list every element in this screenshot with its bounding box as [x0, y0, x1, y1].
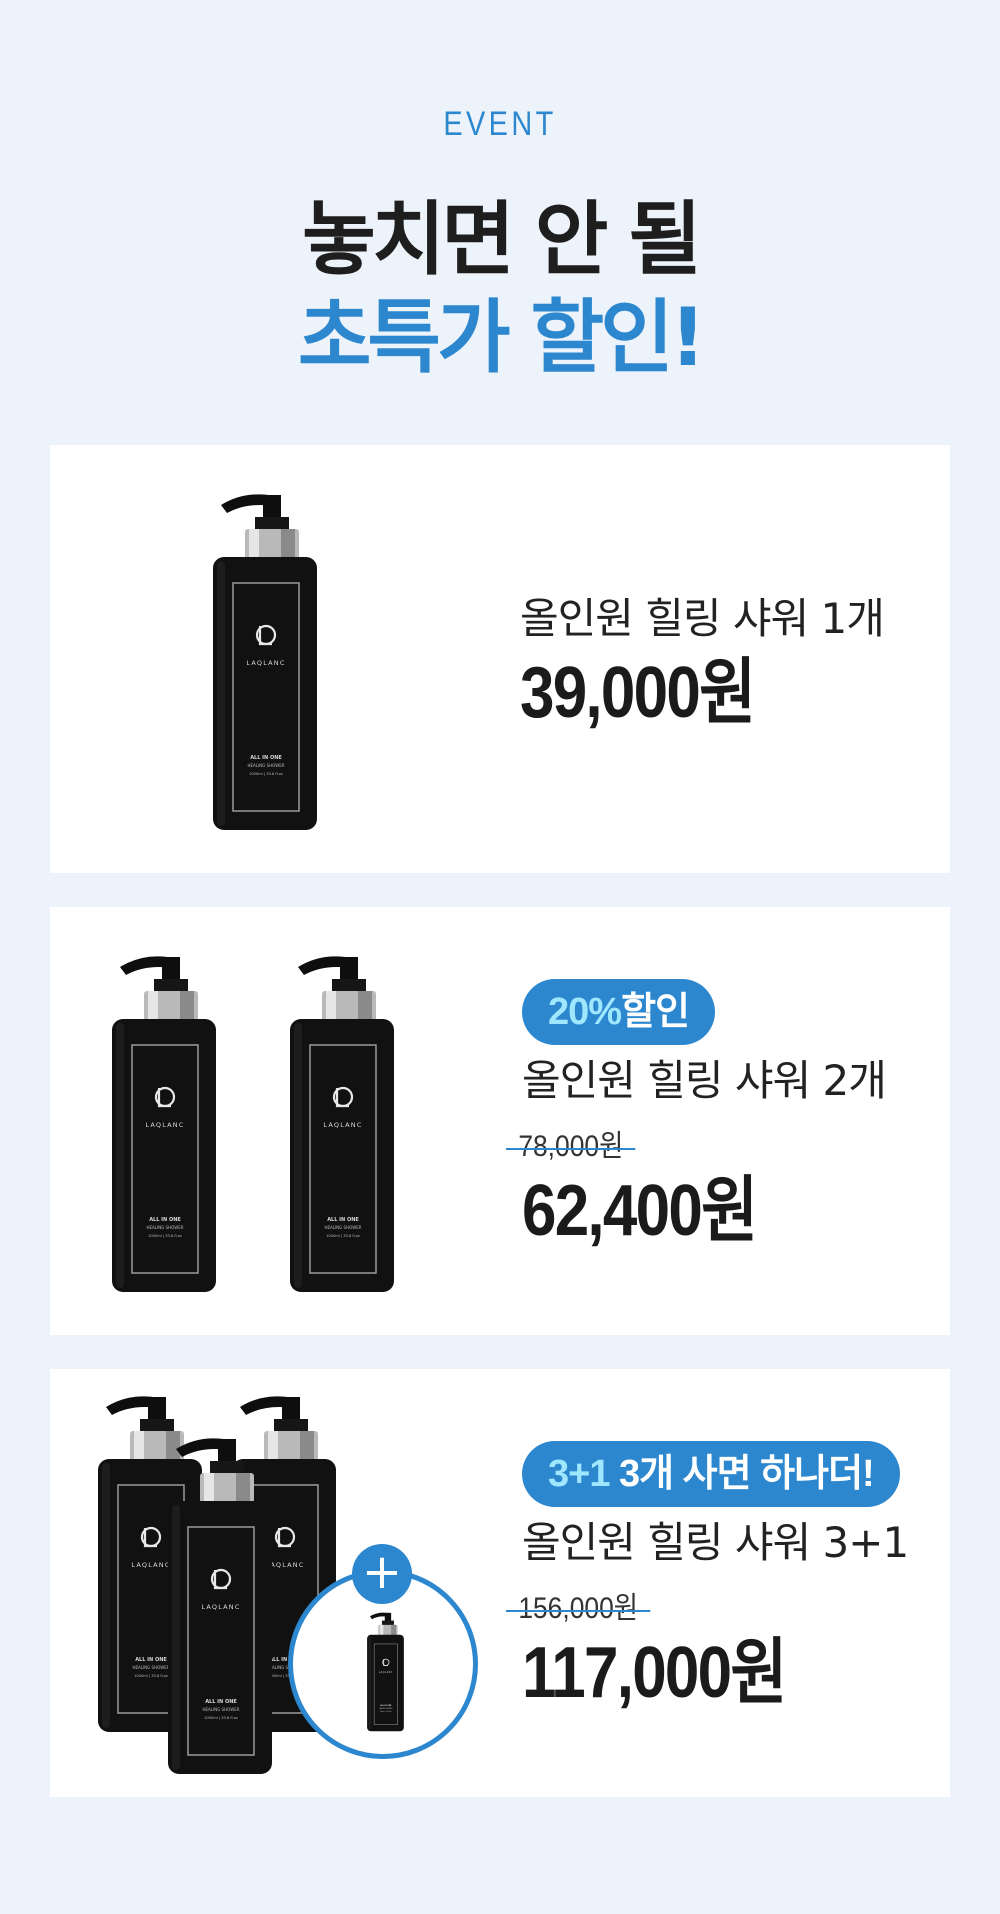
original-price: 156,000원	[506, 1591, 651, 1627]
offer-info: 3+1 3개 사면 하나더! 올인원 힐링 샤워 3+1 156,000원 11…	[506, 1441, 909, 1713]
bottle-line3-text: 1000ml | 33.8 fl.oz	[249, 772, 283, 776]
product-name: 올인원 힐링 샤워 1개	[520, 594, 885, 643]
original-price: 78,000원	[506, 1129, 636, 1165]
bottle-line1-text: ALL IN ONE	[250, 755, 282, 761]
sale-price: 62,400원	[522, 1171, 758, 1251]
event-label: EVENT	[443, 105, 557, 143]
sale-price: 39,000원	[520, 653, 756, 733]
product-bottle-image: LAQLANC ALL IN ONE HEALING SHOWER 1000ml…	[213, 494, 317, 830]
product-bottle-image: LAQLANC ALL IN ONE HEALING SHOWER 1000ml…	[112, 956, 216, 1292]
bottle-line3-text: 1000ml | 33.8 fl.oz	[204, 1716, 238, 1720]
bottle-line3-text: 1000ml | 33.8 fl.oz	[326, 1234, 360, 1238]
headline-line-2: 초특가 할인!	[297, 291, 706, 384]
bottle-line2-text: HEALING SHOWER	[325, 1225, 362, 1230]
offer-card-double[interactable]: LAQLANC ALL IN ONE HEALING SHOWER 1000ml…	[50, 907, 950, 1335]
product-bottle-image: LAQLANC ALL IN ONE HEALING SHOWER 1000ml…	[367, 1612, 404, 1732]
headline-line-1: 놓치면 안 될	[302, 193, 702, 286]
product-bottle-image: LAQLANC ALL IN ONE HEALING SHOWER 1000ml…	[290, 956, 394, 1292]
bottle-line2-text: HEALING SHOWER	[147, 1225, 184, 1230]
bottle-line1-text: ALL IN ONE	[327, 1217, 359, 1223]
product-bottle: LAQLANC ALL IN ONE HEALING SHOWER 1000ml…	[94, 949, 220, 1294]
offer-info: 올인원 힐링 샤워 1개 39,000원	[520, 593, 885, 733]
bottle-line1-text: ALL IN ONE	[205, 1699, 237, 1705]
product-name: 올인원 힐링 샤워 2개	[522, 1056, 887, 1105]
product-bottle: LAQLANC ALL IN ONE HEALING SHOWER 1000ml…	[361, 1610, 405, 1732]
plus-icon: +	[352, 1544, 412, 1604]
bottle-brand-text: LAQLANC	[379, 1671, 393, 1674]
product-bottle: LAQLANC ALL IN ONE HEALING SHOWER 1000ml…	[272, 949, 398, 1294]
product-name: 올인원 힐링 샤워 3+1	[522, 1518, 909, 1567]
bottle-line3-text: 1000ml | 33.8 fl.oz	[148, 1234, 182, 1238]
product-bottle: LAQLANC ALL IN ONE HEALING SHOWER 1000ml…	[195, 487, 321, 832]
bundle-badge: 3+1 3개 사면 하나더!	[522, 1441, 900, 1507]
bottle-line1-text: ALL IN ONE	[380, 1705, 392, 1707]
product-bottle-image: LAQLANC ALL IN ONE HEALING SHOWER 1000ml…	[168, 1438, 272, 1774]
offer-info: 20%할인 올인원 힐링 샤워 2개 78,000원 62,400원	[506, 979, 887, 1251]
discount-badge: 20%할인	[522, 979, 715, 1045]
bottle-brand-text: LAQLANC	[145, 1121, 184, 1129]
sale-price: 117,000원	[522, 1633, 787, 1713]
bottle-line2-text: HEALING SHOWER	[248, 763, 285, 768]
bottle-brand-text: LAQLANC	[246, 659, 285, 667]
product-bottle: LAQLANC ALL IN ONE HEALING SHOWER 1000ml…	[150, 1431, 276, 1776]
bottle-line2-text: HEALING SHOWER	[203, 1707, 240, 1712]
offer-card-single[interactable]: LAQLANC ALL IN ONE HEALING SHOWER 1000ml…	[50, 445, 950, 873]
bottle-line1-text: ALL IN ONE	[149, 1217, 181, 1223]
bottle-brand-text: LAQLANC	[323, 1121, 362, 1129]
bottle-brand-text: LAQLANC	[201, 1603, 240, 1611]
offer-card-bundle[interactable]: LAQLANC ALL IN ONE HEALING SHOWER 1000ml…	[50, 1369, 950, 1797]
